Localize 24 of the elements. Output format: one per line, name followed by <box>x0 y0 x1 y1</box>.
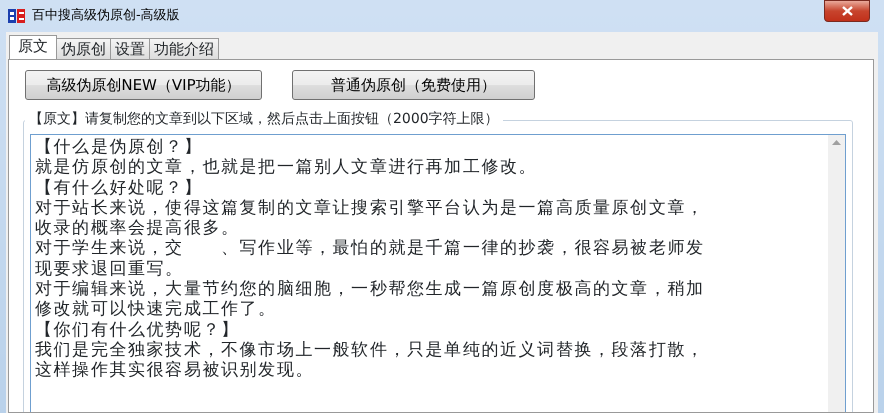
group-label: 【原文】请复制您的文章到以下区域，然后点击上面按钮（2000字符上限） <box>25 111 503 127</box>
text-line: 收录的概率会提高很多。 <box>35 218 241 238</box>
text-line: 现要求退回重写。 <box>35 258 185 280</box>
window-title: 百中搜高级伪原创-高级版 <box>32 7 180 26</box>
text-line: 修改就可以快速完成工作了。 <box>35 299 278 320</box>
text-line: 对于站长来说，使得这篇复制的文章让搜索引擎平台认为是一篇高质量原创文章， <box>35 198 706 218</box>
text-line: 这样操作其实很容易被识别发现。 <box>35 360 315 381</box>
text-line: 我们是完全独家技术，不像市场上一般软件，只是单纯的近义词替换，段落打散， <box>35 340 706 360</box>
text-line: 对于学生来说，交 、写作业等，最怕的就是千篇一律的抄袭，很容易被老师发 <box>35 238 706 259</box>
action-button[interactable]: 普通伪原创（免费使用） <box>292 70 535 100</box>
tab[interactable]: 原文 <box>9 35 57 59</box>
close-button[interactable] <box>824 0 870 22</box>
text-line: 对于编辑来说，大量节约您的脑细胞，一秒帮您生成一篇原创度极高的文章，稍加 <box>35 279 706 300</box>
tab[interactable]: 功能介绍 <box>149 38 219 59</box>
scrollbar[interactable] <box>828 135 845 412</box>
text-line: 【有什么好处呢？】 <box>35 178 202 198</box>
action-button[interactable]: 高级伪原创NEW（VIP功能） <box>25 70 262 100</box>
close-icon <box>842 6 852 16</box>
tab[interactable]: 伪原创 <box>56 38 111 59</box>
text-line: 【什么是伪原创？】 <box>35 137 204 158</box>
text-line: 就是仿原创的文章，也就是把一篇别人文章进行再加工修改。 <box>35 157 538 178</box>
app-logo-icon <box>8 8 26 24</box>
tab[interactable]: 设置 <box>110 38 150 59</box>
text-line: 【你们有什么优势呢？】 <box>35 320 241 340</box>
